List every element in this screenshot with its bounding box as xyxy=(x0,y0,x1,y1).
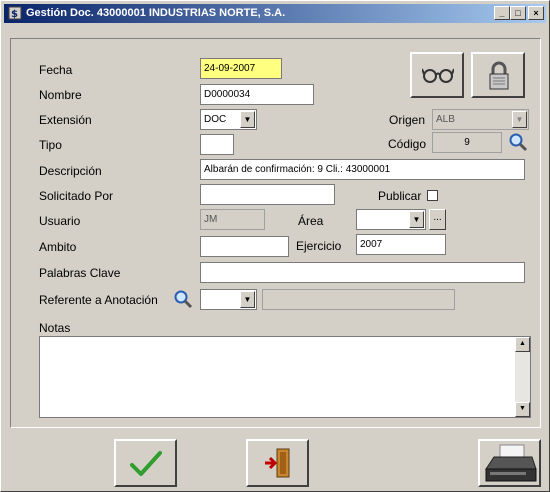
main-window: $ Gestión Doc. 43000001 INDUSTRIAS NORTE… xyxy=(0,0,550,492)
tipo-label: Tipo xyxy=(39,138,62,152)
publicar-label: Publicar xyxy=(378,189,422,203)
app-icon: $ xyxy=(8,6,22,20)
glasses-icon xyxy=(422,68,454,83)
chevron-down-icon[interactable]: ▼ xyxy=(240,111,255,128)
descripcion-input[interactable]: Albarán de confirmación: 9 Cli.: 4300000… xyxy=(200,159,525,180)
exit-button[interactable] xyxy=(246,439,309,487)
referente-detail-field xyxy=(262,289,455,310)
origen-select: ALB ▼ xyxy=(432,109,529,130)
notas-textarea[interactable]: ▲ ▼ xyxy=(39,336,531,418)
referente-select[interactable]: ▼ xyxy=(200,289,257,310)
nombre-label: Nombre xyxy=(39,88,82,102)
tipo-input[interactable] xyxy=(200,134,234,155)
extension-value: DOC xyxy=(204,114,227,125)
search-icon[interactable] xyxy=(508,132,528,152)
descripcion-label: Descripción xyxy=(39,164,102,178)
referente-label: Referente a Anotación xyxy=(39,293,158,307)
extension-select[interactable]: DOC ▼ xyxy=(200,109,257,130)
search-icon[interactable] xyxy=(173,289,193,309)
usuario-field: JM xyxy=(200,209,265,230)
notas-scrollbar[interactable]: ▲ ▼ xyxy=(515,337,530,417)
ambito-input[interactable] xyxy=(200,236,289,257)
chevron-down-icon[interactable]: ▼ xyxy=(409,211,424,228)
area-browse-button[interactable]: ... xyxy=(429,209,446,230)
fecha-label: Fecha xyxy=(39,63,73,77)
title-bar[interactable]: $ Gestión Doc. 43000001 INDUSTRIAS NORTE… xyxy=(4,4,546,23)
origen-value: ALB xyxy=(436,114,455,125)
scan-button[interactable] xyxy=(478,439,541,487)
ejercicio-input[interactable]: 2007 xyxy=(356,234,446,255)
lock-button[interactable] xyxy=(471,52,525,98)
view-button[interactable] xyxy=(410,52,464,98)
ambito-label: Ambito xyxy=(39,240,77,254)
svg-text:$: $ xyxy=(11,9,18,20)
scroll-up-icon[interactable]: ▲ xyxy=(515,337,530,352)
publicar-checkbox[interactable] xyxy=(427,190,438,201)
ejercicio-label: Ejercicio xyxy=(296,239,342,253)
solicitado-por-input[interactable] xyxy=(200,184,335,205)
chevron-down-icon[interactable]: ▼ xyxy=(240,291,255,308)
codigo-label: Código xyxy=(388,137,427,151)
nombre-input[interactable]: D0000034 xyxy=(200,84,314,105)
checkmark-icon xyxy=(130,451,162,476)
usuario-label: Usuario xyxy=(39,214,81,228)
close-button[interactable]: × xyxy=(528,6,544,20)
area-label: Área xyxy=(298,214,324,228)
scroll-down-icon[interactable]: ▼ xyxy=(515,402,530,417)
scanner-icon xyxy=(485,444,537,482)
window-title: Gestión Doc. 43000001 INDUSTRIAS NORTE, … xyxy=(26,7,286,19)
accept-button[interactable] xyxy=(114,439,177,487)
maximize-button[interactable]: □ xyxy=(510,6,526,20)
chevron-down-icon: ▼ xyxy=(512,111,527,128)
lock-icon xyxy=(489,61,509,90)
codigo-field: 9 xyxy=(432,132,502,153)
area-select[interactable]: ▼ xyxy=(356,209,426,230)
palabras-clave-label: Palabras Clave xyxy=(39,266,121,280)
fecha-input[interactable]: 24-09-2007 xyxy=(200,58,282,79)
palabras-clave-input[interactable] xyxy=(200,262,525,283)
minimize-button[interactable]: _ xyxy=(494,6,510,20)
solicitado-por-label: Solicitado Por xyxy=(39,189,114,203)
origen-label: Origen xyxy=(389,113,426,127)
exit-door-icon xyxy=(265,448,290,478)
notas-label: Notas xyxy=(39,321,71,335)
extension-label: Extensión xyxy=(39,113,92,127)
